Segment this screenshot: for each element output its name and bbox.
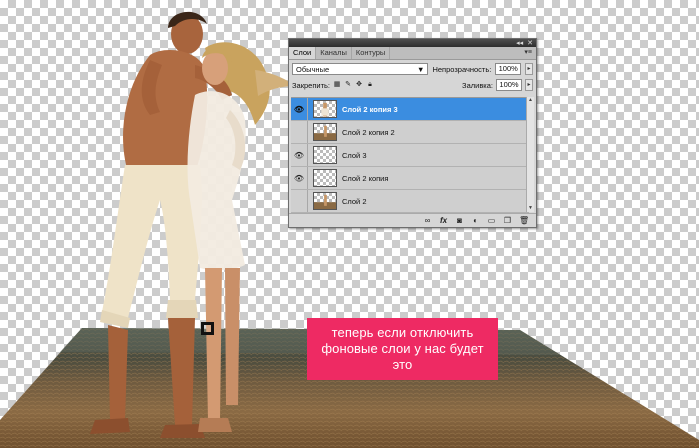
panel-tabs: Слои Каналы Контуры ▾≡ [289,47,536,60]
lock-label: Закрепить: [292,80,331,90]
opacity-label: Непрозрачность: [432,64,492,74]
collapse-icon[interactable]: ◂◂ [516,39,523,47]
fx-icon[interactable]: fx [439,216,448,225]
lock-row: Закрепить: ▦ ✎ ✥ 🔒︎ Заливка: 100% ▸ [289,78,536,92]
layer-thumbnail [313,192,337,210]
layer-thumbnail [313,146,337,164]
layer-name: Слой 3 [342,150,367,160]
mask-icon[interactable]: ◙ [455,216,464,225]
close-icon[interactable]: ✕ [527,39,533,47]
scroll-up-icon[interactable]: ▲ [527,97,534,104]
eye-icon[interactable]: 👁︎ [291,167,308,189]
layer-row[interactable]: 👁︎ Слой 2 копия [291,167,529,190]
layer-thumbnail [313,169,337,187]
layer-row[interactable]: 👁︎ Слой 2 копия 3 [291,98,529,121]
visibility-toggle-empty[interactable] [291,121,308,143]
annotation-callout: теперь если отключить фоновые слои у нас… [307,318,498,380]
layer-thumbnail [313,100,337,118]
adjustment-icon[interactable]: ◐ [471,216,480,225]
lock-transparency-icon[interactable]: ▦ [333,81,341,89]
layers-panel: ◂◂ ✕ Слои Каналы Контуры ▾≡ Обычные ▼ Не… [288,38,537,228]
fill-slider-button[interactable]: ▸ [525,79,533,91]
tab-channels[interactable]: Каналы [316,47,352,59]
panel-menu-icon[interactable]: ▾≡ [524,47,532,59]
lock-all-icon[interactable]: 🔒︎ [366,81,374,89]
tab-paths[interactable]: Контуры [352,47,391,59]
folder-icon[interactable]: ▭ [487,216,496,225]
link-icon[interactable]: ∞ [423,216,432,225]
scroll-down-icon[interactable]: ▼ [527,205,534,212]
layer-row[interactable]: Слой 2 копия 2 [291,121,529,144]
layer-row[interactable]: 👁︎ Слой 3 [291,144,529,167]
blend-row: Обычные ▼ Непрозрачность: 100% ▸ [289,60,536,78]
layer-thumbnail [313,123,337,141]
layers-list: 👁︎ Слой 2 копия 3 Слой 2 копия 2 👁︎ Слой… [291,97,529,213]
selection-marker [201,322,214,335]
panel-footer: ∞ fx ◙ ◐ ▭ ❐ 🗑︎ [289,213,536,227]
eye-icon[interactable]: 👁︎ [291,98,308,120]
lock-position-icon[interactable]: ✥ [355,81,363,89]
blend-mode-value: Обычные [296,64,330,74]
layer-name: Слой 2 [342,196,367,206]
trash-icon[interactable]: 🗑︎ [519,216,529,225]
opacity-slider-button[interactable]: ▸ [525,63,533,75]
layer-name: Слой 2 копия [342,173,389,183]
fill-label: Заливка: [462,80,493,90]
layer-name: Слой 2 копия 2 [342,127,395,137]
callout-text: теперь если отключить фоновые слои у нас… [321,325,484,372]
visibility-toggle-empty[interactable] [291,190,308,212]
layer-name: Слой 2 копия 3 [342,104,398,114]
panel-title-bar[interactable]: ◂◂ ✕ [289,39,536,47]
chevron-down-icon: ▼ [417,64,425,74]
new-layer-icon[interactable]: ❐ [503,216,512,225]
blend-mode-select[interactable]: Обычные ▼ [292,63,429,75]
lock-pixels-icon[interactable]: ✎ [344,81,352,89]
fill-input[interactable]: 100% [496,79,522,91]
opacity-input[interactable]: 100% [495,63,522,75]
layer-row[interactable]: Слой 2 [291,190,529,213]
layers-scrollbar[interactable]: ▲ ▼ [526,97,534,212]
tab-layers[interactable]: Слои [289,47,317,59]
eye-icon[interactable]: 👁︎ [291,144,308,166]
